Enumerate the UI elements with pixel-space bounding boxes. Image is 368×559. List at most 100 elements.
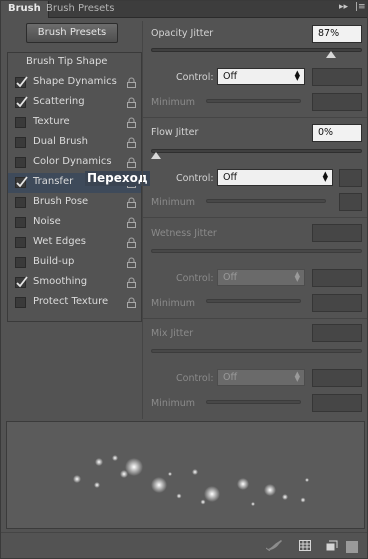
opacity-jitter-slider-thumb[interactable] <box>325 51 336 58</box>
transfer-checkbox[interactable] <box>15 176 28 188</box>
scattering-label: Scattering <box>33 96 85 107</box>
list-item-smoothing[interactable]: Smoothing <box>8 273 141 293</box>
select-arrows-icon: ▲ ▼ <box>294 69 300 82</box>
wetness-control-select: Off ▲ ▼ <box>217 269 305 286</box>
opacity-minimum-field <box>312 93 362 111</box>
opacity-minimum-label: Minimum <box>151 97 196 108</box>
lock-icon[interactable] <box>126 257 137 268</box>
list-item-noise[interactable]: Noise <box>8 213 141 233</box>
tab-bar: Brush Brush Presets ▸▸ |≡ <box>1 1 367 18</box>
dual-brush-label: Dual Brush <box>33 136 88 147</box>
protect-texture-checkbox[interactable] <box>15 297 26 308</box>
flow-jitter-label: Flow Jitter <box>151 127 199 138</box>
transfer-label: Transfer <box>33 176 74 187</box>
lock-icon[interactable] <box>126 277 137 288</box>
noise-checkbox[interactable] <box>15 217 26 228</box>
smoothing-label: Smoothing <box>33 276 88 287</box>
select-arrows-icon: ▲ ▼ <box>322 170 328 183</box>
lock-icon[interactable] <box>126 157 137 168</box>
list-item-shape-dynamics[interactable]: Shape Dynamics <box>8 73 141 93</box>
texture-checkbox[interactable] <box>15 117 26 128</box>
mix-control-select: Off ▲ ▼ <box>217 369 305 386</box>
mix-control-value: Off <box>223 372 238 383</box>
wetness-control-value: Off <box>223 272 238 283</box>
protect-texture-label: Protect Texture <box>33 296 109 307</box>
tab-brush-presets[interactable]: Brush Presets <box>39 1 121 17</box>
mix-jitter-slider <box>151 349 362 353</box>
new-preset-icon[interactable] <box>326 540 338 551</box>
select-arrows-icon: ▲ ▼ <box>294 270 300 283</box>
lock-icon[interactable] <box>126 197 137 208</box>
opacity-control-label: Control: <box>176 72 214 83</box>
section-divider <box>143 117 367 118</box>
tooltip: Переход <box>85 171 150 186</box>
flow-jitter-slider[interactable] <box>151 149 362 153</box>
list-item-brush-pose[interactable]: Brush Pose <box>8 193 141 213</box>
select-arrows-icon: ▲ ▼ <box>294 370 300 383</box>
noise-label: Noise <box>33 216 61 227</box>
wetness-minimum-slider <box>206 299 301 303</box>
color-dynamics-label: Color Dynamics <box>33 156 112 167</box>
panel-menu-icon[interactable]: |≡ <box>355 2 366 12</box>
mix-minimum-slider <box>206 400 301 404</box>
lock-icon[interactable] <box>126 137 137 148</box>
flow-jitter-field[interactable]: 0% <box>312 124 362 142</box>
flow-control-label: Control: <box>176 173 214 184</box>
color-dynamics-checkbox[interactable] <box>15 157 26 168</box>
dual-brush-checkbox[interactable] <box>15 137 26 148</box>
brush-toggle-icon[interactable] <box>266 539 284 551</box>
column-divider <box>142 21 143 419</box>
lock-icon[interactable] <box>126 237 137 248</box>
list-item-scattering[interactable]: Scattering <box>8 93 141 113</box>
flow-minimum-field <box>339 193 362 211</box>
wetness-control-field <box>312 269 362 287</box>
wet-edges-checkbox[interactable] <box>15 237 26 248</box>
brush-stroke-preview-graphic <box>73 455 309 506</box>
section-divider <box>143 318 367 319</box>
brush-pose-checkbox[interactable] <box>15 197 26 208</box>
list-item-brush-tip-shape[interactable]: Brush Tip Shape <box>8 53 141 73</box>
brush-presets-button[interactable]: Brush Presets <box>26 23 118 43</box>
texture-label: Texture <box>33 116 70 127</box>
wetness-control-label: Control: <box>176 273 214 284</box>
wet-edges-label: Wet Edges <box>33 236 86 247</box>
opacity-control-value: Off <box>223 71 238 82</box>
brush-pose-label: Brush Pose <box>33 196 89 207</box>
scattering-checkbox[interactable] <box>15 96 28 108</box>
opacity-control-select[interactable]: Off ▲ ▼ <box>217 68 305 85</box>
grid-icon[interactable] <box>299 540 311 551</box>
shape-dynamics-checkbox[interactable] <box>15 76 28 88</box>
lock-icon[interactable] <box>126 217 137 228</box>
mix-control-label: Control: <box>176 373 214 384</box>
mix-jitter-label: Mix Jitter <box>151 328 194 339</box>
wetness-minimum-field <box>312 294 362 312</box>
flow-control-value: Off <box>223 172 238 183</box>
list-item-color-dynamics[interactable]: Color Dynamics <box>8 153 141 173</box>
list-item-texture[interactable]: Texture <box>8 113 141 133</box>
brush-panel: Brush Brush Presets ▸▸ |≡ Brush Presets … <box>0 0 368 559</box>
panel-footer <box>1 532 367 559</box>
brush-tip-shape-label: Brush Tip Shape <box>26 56 108 67</box>
lock-icon[interactable] <box>126 117 137 128</box>
build-up-checkbox[interactable] <box>15 257 26 268</box>
opacity-jitter-label: Opacity Jitter <box>151 28 214 39</box>
list-item-build-up[interactable]: Build-up <box>8 253 141 273</box>
shape-dynamics-label: Shape Dynamics <box>33 76 117 87</box>
flow-jitter-slider-thumb[interactable] <box>151 152 161 159</box>
list-item-protect-texture[interactable]: Protect Texture <box>8 293 141 313</box>
flow-control-select[interactable]: Off ▲ ▼ <box>217 169 333 186</box>
lock-icon[interactable] <box>126 297 137 308</box>
smoothing-checkbox[interactable] <box>15 276 28 288</box>
list-item-wet-edges[interactable]: Wet Edges <box>8 233 141 253</box>
lock-icon[interactable] <box>126 97 137 108</box>
opacity-minimum-slider <box>206 99 301 103</box>
expand-icon[interactable]: ▸▸ <box>339 2 348 12</box>
flow-minimum-label: Minimum <box>151 197 196 208</box>
delete-brush-icon[interactable] <box>346 541 358 553</box>
opacity-jitter-field[interactable]: 87% <box>312 25 362 43</box>
lock-icon[interactable] <box>126 77 137 88</box>
wetness-minimum-label: Minimum <box>151 298 196 309</box>
mix-minimum-label: Minimum <box>151 398 196 409</box>
wetness-jitter-slider <box>151 249 362 253</box>
list-item-dual-brush[interactable]: Dual Brush <box>8 133 141 153</box>
